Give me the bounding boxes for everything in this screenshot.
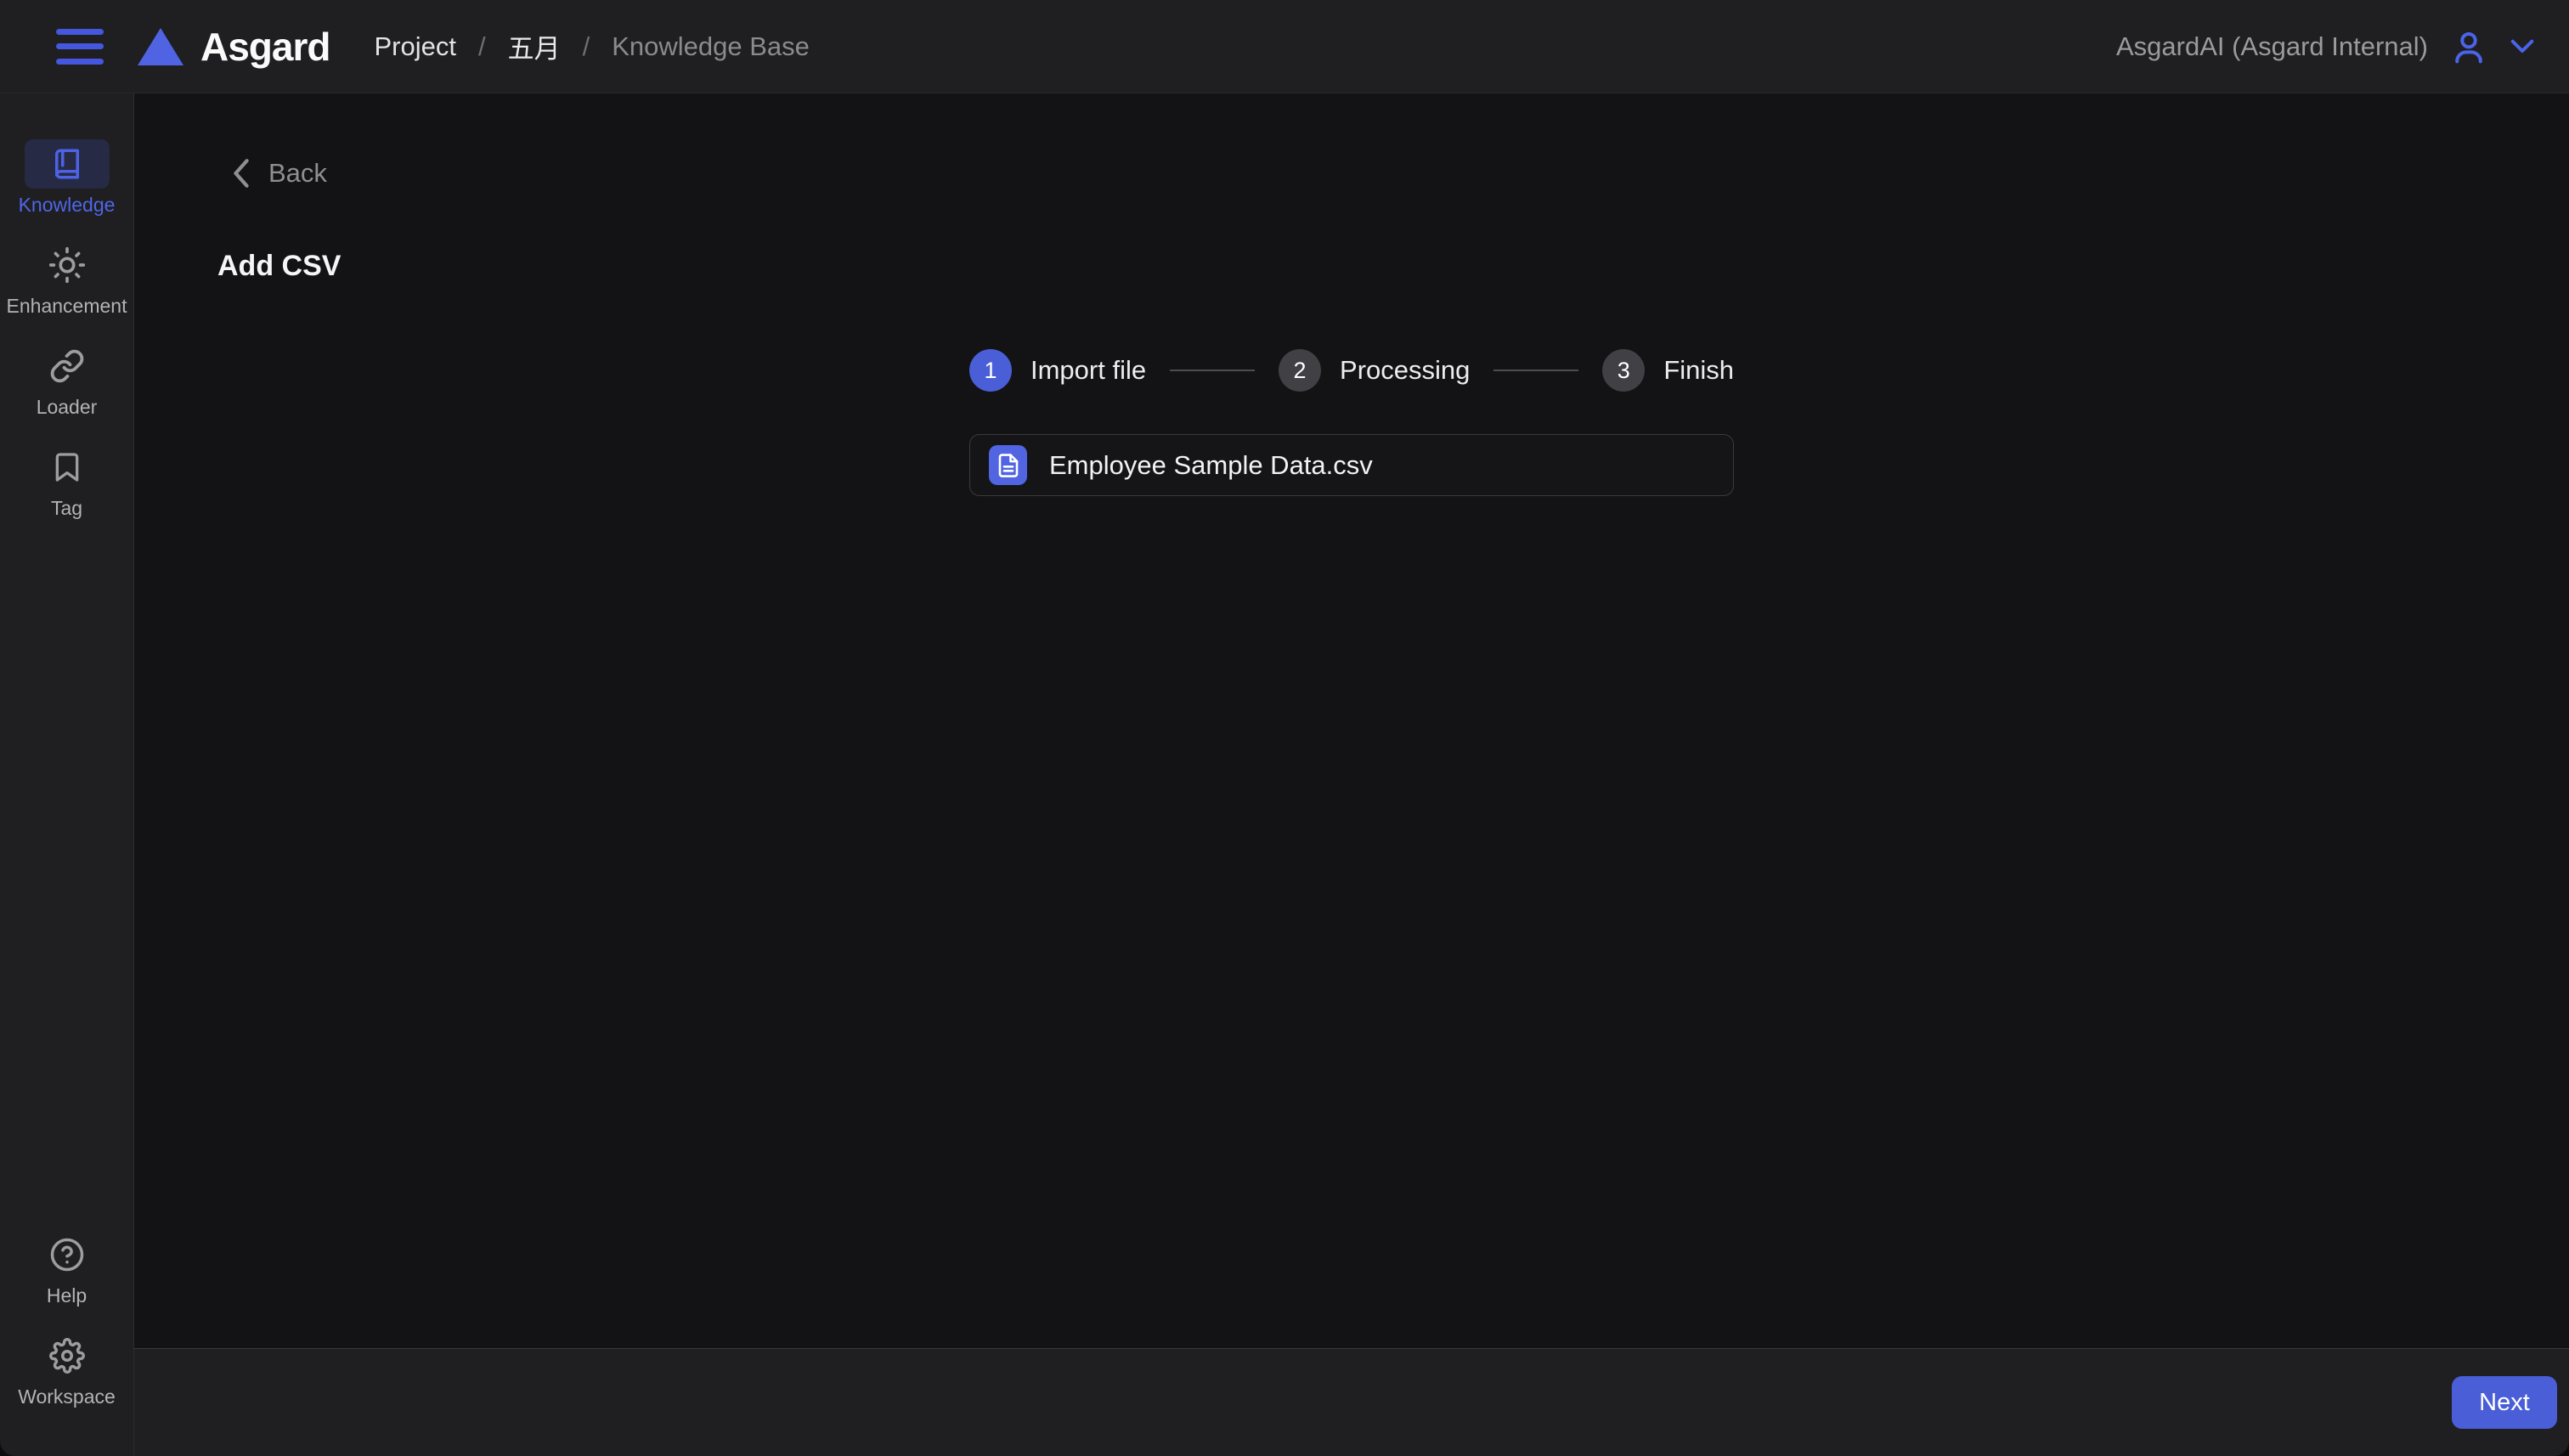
breadcrumb-item-knowledge-base: Knowledge Base: [612, 31, 810, 62]
sidebar: Knowledge: [0, 93, 134, 1456]
bookmark-icon: [50, 450, 84, 484]
sidebar-item-label: Enhancement: [7, 295, 127, 318]
file-icon: [989, 445, 1027, 485]
account-label: AsgardAI (Asgard Internal): [2116, 31, 2428, 62]
chevron-down-icon[interactable]: [2510, 38, 2535, 55]
breadcrumb-item-month[interactable]: 五月: [508, 27, 561, 65]
hamburger-menu-icon[interactable]: [56, 29, 104, 65]
sidebar-item-label: Knowledge: [19, 194, 116, 217]
sidebar-item-label: Help: [47, 1284, 87, 1307]
import-flow: 1 Import file 2 Processing 3 Finish: [969, 349, 1734, 496]
step-label: Processing: [1340, 355, 1470, 386]
account-menu[interactable]: AsgardAI (Asgard Internal): [2116, 28, 2535, 65]
logo-text: Asgard: [200, 24, 330, 70]
sun-icon: [48, 246, 86, 284]
sidebar-item-label: Tag: [51, 497, 82, 520]
sidebar-item-workspace[interactable]: Workspace: [0, 1331, 134, 1408]
back-label: Back: [268, 158, 327, 189]
step-label: Import file: [1030, 355, 1146, 386]
document-icon: [996, 453, 1021, 478]
gear-icon: [49, 1338, 85, 1374]
content-area: Back Add CSV 1 Import file 2 Processing: [134, 93, 2569, 1348]
step-import-file: 1 Import file: [969, 349, 1146, 392]
book-icon: [49, 146, 85, 182]
file-name: Employee Sample Data.csv: [1049, 450, 1373, 481]
app-window: Asgard Project / 五月 / Knowledge Base Asg…: [0, 0, 2569, 1456]
sidebar-item-loader[interactable]: Loader: [0, 341, 134, 419]
chevron-left-icon: [231, 158, 251, 189]
sidebar-item-knowledge[interactable]: Knowledge: [0, 139, 134, 217]
step-connector: [1170, 370, 1255, 371]
breadcrumb-separator: /: [583, 31, 590, 62]
help-icon: [49, 1237, 85, 1273]
sidebar-item-enhancement[interactable]: Enhancement: [0, 240, 134, 318]
page-title: Add CSV: [217, 250, 341, 283]
user-icon: [2450, 28, 2487, 65]
link-icon: [49, 348, 85, 384]
step-finish: 3 Finish: [1602, 349, 1734, 392]
step-label: Finish: [1663, 355, 1734, 386]
breadcrumb-item-project[interactable]: Project: [374, 31, 455, 62]
sidebar-item-help[interactable]: Help: [0, 1230, 134, 1307]
breadcrumb: Project / 五月 / Knowledge Base: [374, 27, 809, 65]
sidebar-top-group: Knowledge: [0, 139, 133, 544]
next-button[interactable]: Next: [2452, 1376, 2557, 1429]
topbar: Asgard Project / 五月 / Knowledge Base Asg…: [0, 0, 2569, 93]
step-number-badge: 3: [1602, 349, 1645, 392]
step-number-badge: 1: [969, 349, 1012, 392]
file-item[interactable]: Employee Sample Data.csv: [969, 434, 1734, 496]
sidebar-item-label: Loader: [37, 396, 98, 419]
sidebar-item-tag[interactable]: Tag: [0, 443, 134, 520]
logo-triangle-icon: [136, 26, 185, 67]
asgard-logo: Asgard: [136, 24, 330, 70]
breadcrumb-separator: /: [478, 31, 486, 62]
footer-bar: Next: [134, 1348, 2569, 1456]
stepper: 1 Import file 2 Processing 3 Finish: [969, 349, 1734, 392]
step-connector: [1493, 370, 1578, 371]
back-button[interactable]: Back: [231, 158, 327, 189]
sidebar-item-label: Workspace: [18, 1385, 116, 1408]
sidebar-bottom-group: Help Workspace: [0, 1230, 133, 1408]
step-number-badge: 2: [1279, 349, 1321, 392]
step-processing: 2 Processing: [1279, 349, 1470, 392]
